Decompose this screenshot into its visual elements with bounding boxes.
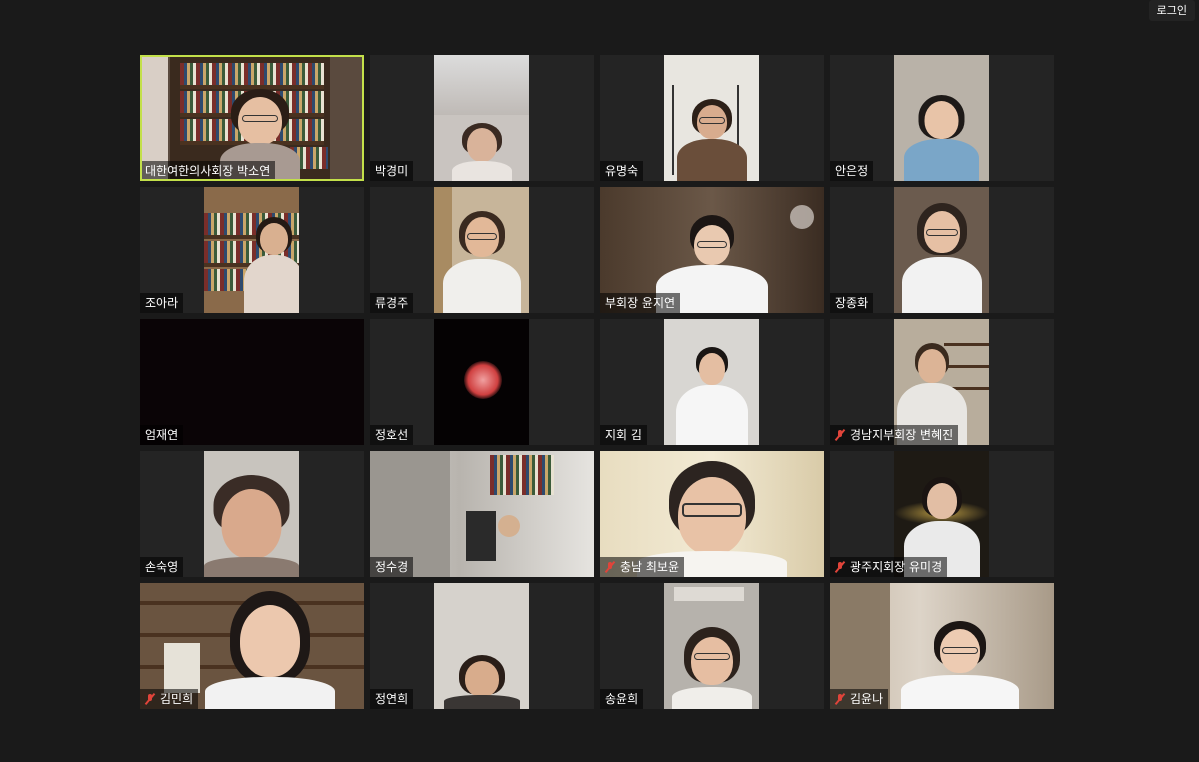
participant-tile[interactable]: 대한여한의사회장 박소연 — [140, 55, 364, 181]
mic-muted-icon — [835, 429, 845, 441]
participant-video — [434, 319, 529, 445]
participant-tile[interactable]: 충남 최보윤 — [600, 451, 824, 577]
participant-tile[interactable]: 지회 김 — [600, 319, 824, 445]
participant-name: 박경미 — [370, 161, 414, 181]
participant-video — [664, 583, 759, 709]
participant-tile[interactable]: 김민희 — [140, 583, 364, 709]
participant-name: 류경주 — [370, 293, 414, 313]
participant-name: 광주지회장 유미경 — [830, 557, 948, 577]
participant-name: 정호선 — [370, 425, 414, 445]
participant-name: 엄재연 — [140, 425, 184, 445]
participant-name: 안은정 — [830, 161, 874, 181]
participant-video — [434, 583, 529, 709]
participant-name: 대한여한의사회장 박소연 — [140, 161, 276, 181]
participant-name: 송윤희 — [600, 689, 644, 709]
participant-video — [664, 319, 759, 445]
participant-name: 김윤나 — [830, 689, 889, 709]
participant-tile[interactable]: 경남지부회장 변혜진 — [830, 319, 1054, 445]
participant-video — [434, 187, 529, 313]
participant-tile[interactable]: 박경미 — [370, 55, 594, 181]
participant-video — [664, 55, 759, 181]
participant-video — [434, 55, 529, 181]
participant-name: 김민희 — [140, 689, 199, 709]
mic-muted-icon — [835, 561, 845, 573]
mic-muted-icon — [605, 561, 615, 573]
participant-tile[interactable]: 엄재연 — [140, 319, 364, 445]
participant-tile[interactable]: 김윤나 — [830, 583, 1054, 709]
participant-tile[interactable]: 장종화 — [830, 187, 1054, 313]
participant-tile[interactable]: 광주지회장 유미경 — [830, 451, 1054, 577]
participant-tile[interactable]: 정수경 — [370, 451, 594, 577]
login-button[interactable]: 로그인 — [1148, 0, 1195, 21]
participant-name: 조아라 — [140, 293, 184, 313]
participant-name: 유명숙 — [600, 161, 644, 181]
participant-tile[interactable]: 유명숙 — [600, 55, 824, 181]
participant-video — [204, 187, 299, 313]
participant-name: 정연희 — [370, 689, 414, 709]
participant-name: 손숙영 — [140, 557, 184, 577]
participant-tile[interactable]: 정호선 — [370, 319, 594, 445]
participant-tile[interactable]: 정연희 — [370, 583, 594, 709]
participant-tile[interactable]: 송윤희 — [600, 583, 824, 709]
participant-video — [894, 55, 989, 181]
participant-name: 경남지부회장 변혜진 — [830, 425, 959, 445]
participant-name: 장종화 — [830, 293, 874, 313]
participant-tile[interactable]: 류경주 — [370, 187, 594, 313]
participant-tile[interactable]: 조아라 — [140, 187, 364, 313]
mic-muted-icon — [835, 693, 845, 705]
participant-tile[interactable]: 손숙영 — [140, 451, 364, 577]
participant-name: 충남 최보윤 — [600, 557, 685, 577]
participant-video — [894, 187, 989, 313]
participant-tile[interactable]: 안은정 — [830, 55, 1054, 181]
participant-name: 지회 김 — [600, 425, 647, 445]
participant-tile[interactable]: 부회장 윤지연 — [600, 187, 824, 313]
gallery-view: 대한여한의사회장 박소연 박경미 유명숙 안은정 조아라 류경주 부회장 윤지연… — [140, 55, 1054, 709]
participant-name: 정수경 — [370, 557, 414, 577]
participant-name: 부회장 윤지연 — [600, 293, 681, 313]
mic-muted-icon — [145, 693, 155, 705]
participant-video — [204, 451, 299, 577]
